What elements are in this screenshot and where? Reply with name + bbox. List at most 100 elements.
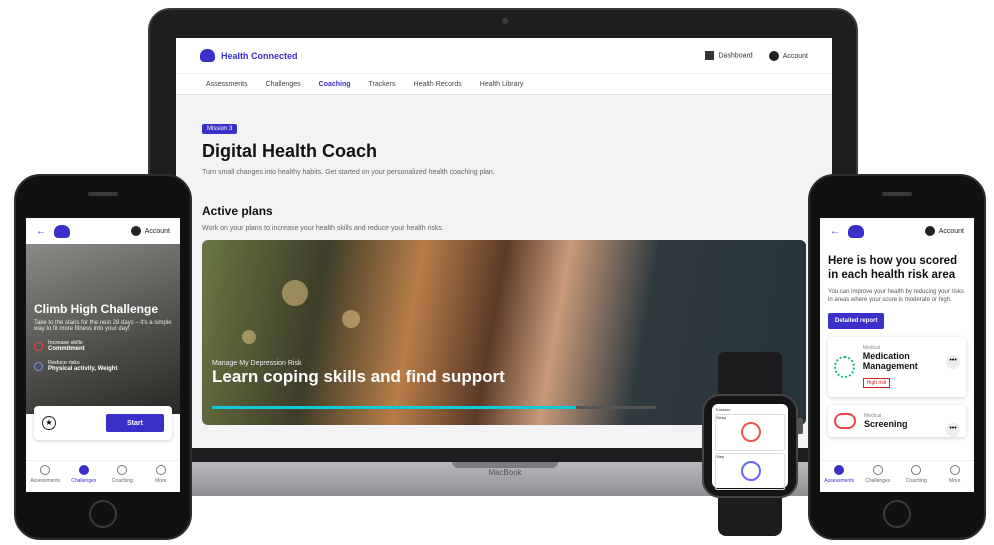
more-icon — [949, 465, 960, 475]
account-label: Account — [938, 227, 964, 235]
coach-icon — [911, 465, 922, 475]
bokeh-light — [242, 330, 256, 344]
start-card: ★ Start — [34, 406, 172, 440]
challenge-description: Take to the stairs for the next 28 days … — [34, 320, 172, 332]
watch-band-bottom — [718, 496, 782, 536]
score-title: Here is how you scored in each health ri… — [828, 255, 958, 282]
account-label: Account — [144, 227, 170, 235]
nav-challenges[interactable]: Challenges — [65, 461, 104, 492]
nav-label: Coaching — [905, 478, 927, 484]
heart-logo-icon — [54, 224, 70, 238]
nav-label: Assessments — [30, 478, 61, 484]
home-button[interactable] — [89, 500, 117, 528]
tab-health-records[interactable]: Health Records — [414, 81, 462, 88]
account-icon — [130, 226, 141, 236]
back-arrow-icon[interactable]: ← — [830, 226, 840, 237]
phone-speaker — [88, 192, 118, 196]
tracker-ring-icon — [741, 422, 761, 442]
tracker-label: Sleep — [716, 415, 727, 420]
brand[interactable]: Health Connected — [200, 49, 298, 62]
page-title: Digital Health Coach — [202, 141, 378, 161]
bokeh-light — [342, 310, 360, 328]
nav-tabs: Assessments Challenges Coaching Trackers… — [176, 73, 832, 95]
mission-badge: Mission 3 — [202, 124, 238, 134]
star-icon[interactable]: ★ — [42, 416, 56, 430]
heart-icon — [834, 465, 845, 475]
page-subtitle: Turn small changes into healthy habits. … — [202, 169, 495, 176]
start-button[interactable]: Start — [106, 414, 164, 432]
heart-logo-icon — [200, 49, 215, 62]
target-icon — [872, 465, 883, 475]
right-phone-screen: ← Account Here is how you scored in each… — [820, 218, 974, 492]
heart-logo-icon — [848, 224, 864, 238]
nav-more[interactable]: More — [936, 461, 975, 492]
more-options-button[interactable]: ••• — [946, 423, 960, 438]
activity-icon — [34, 361, 43, 371]
row-value: Physical activity, Weight — [48, 366, 118, 372]
tab-health-library[interactable]: Health Library — [480, 81, 524, 88]
nav-label: More — [155, 478, 167, 484]
account-icon — [924, 226, 935, 236]
smartwatch: Trackers Sleep Step — [702, 394, 798, 498]
nav-coaching[interactable]: Coaching — [103, 461, 142, 492]
nav-label: Challenges — [71, 478, 97, 484]
plan-progress-fill — [212, 406, 577, 409]
nav-coaching[interactable]: Coaching — [897, 461, 936, 492]
nav-label: Challenges — [865, 478, 891, 484]
plan-progress-bar — [212, 406, 656, 409]
section-subtitle: Work on your plans to increase your heal… — [202, 225, 444, 232]
tab-challenges[interactable]: Challenges — [266, 81, 301, 88]
camera — [502, 18, 508, 24]
risk-card[interactable]: Medical Screening ••• — [828, 405, 966, 438]
nav-more[interactable]: More — [142, 461, 181, 492]
right-phone: ← Account Here is how you scored in each… — [808, 174, 986, 540]
risk-row: Reduce risks Physical activity, Weight — [34, 360, 172, 372]
nav-assessments[interactable]: Assessments — [26, 461, 65, 492]
tab-trackers[interactable]: Trackers — [369, 81, 396, 88]
top-bar: Health Connected Dashboard Account — [176, 38, 832, 73]
home-button[interactable] — [883, 500, 911, 528]
target-icon — [78, 465, 89, 475]
tab-coaching[interactable]: Coaching — [319, 81, 351, 88]
account-label: Account — [782, 52, 808, 60]
dashboard-icon — [705, 51, 715, 60]
nav-assessments[interactable]: Assessments — [820, 461, 859, 492]
phone-header: ← Account — [26, 218, 180, 244]
tab-assessments[interactable]: Assessments — [206, 81, 248, 88]
bottom-nav: Assessments Challenges Coaching More — [26, 460, 180, 492]
tracker-card[interactable]: Step — [715, 453, 785, 490]
score-description: You can improve your health by reducing … — [828, 288, 964, 304]
nav-challenges[interactable]: Challenges — [859, 461, 898, 492]
account-icon — [768, 50, 779, 61]
tracker-label: Step — [716, 454, 725, 459]
challenge-hero: Climb High Challenge Take to the stairs … — [26, 244, 180, 414]
card-name: Screening — [864, 419, 908, 430]
tracker-ring-icon — [741, 461, 761, 481]
dashboard-link[interactable]: Dashboard — [705, 51, 753, 60]
row-value: Commitment — [48, 346, 85, 352]
skill-row: Increase skills Commitment — [34, 340, 172, 352]
detailed-report-button[interactable]: Detailed report — [828, 313, 885, 330]
watch-band-top — [718, 352, 782, 396]
watch-crown[interactable] — [797, 418, 803, 434]
phone-speaker — [882, 192, 912, 196]
plan-eyebrow: Manage My Depression Risk — [212, 360, 302, 367]
plan-title: Learn coping skills and find support — [212, 367, 505, 386]
watch-header: Trackers — [715, 407, 731, 412]
section-title: Active plans — [202, 204, 273, 218]
challenge-title: Climb High Challenge — [34, 302, 159, 316]
dashboard-label: Dashboard — [718, 52, 753, 60]
medication-icon — [834, 356, 855, 379]
account-link[interactable]: Account — [924, 226, 964, 236]
bokeh-light — [282, 280, 308, 306]
heart-icon — [34, 341, 43, 351]
account-link[interactable]: Account — [130, 226, 170, 236]
left-phone-screen: ← Account Climb High Challenge Take to t… — [26, 218, 180, 492]
brand-name: Health Connected — [221, 50, 298, 61]
bottom-nav: Assessments Challenges Coaching More — [820, 460, 974, 492]
watch-screen: Trackers Sleep Step — [712, 404, 788, 490]
back-arrow-icon[interactable]: ← — [36, 226, 46, 237]
risk-card[interactable]: Medical Medication Management High risk … — [828, 337, 966, 398]
account-link[interactable]: Account — [768, 50, 808, 61]
tracker-card[interactable]: Sleep — [715, 414, 785, 451]
